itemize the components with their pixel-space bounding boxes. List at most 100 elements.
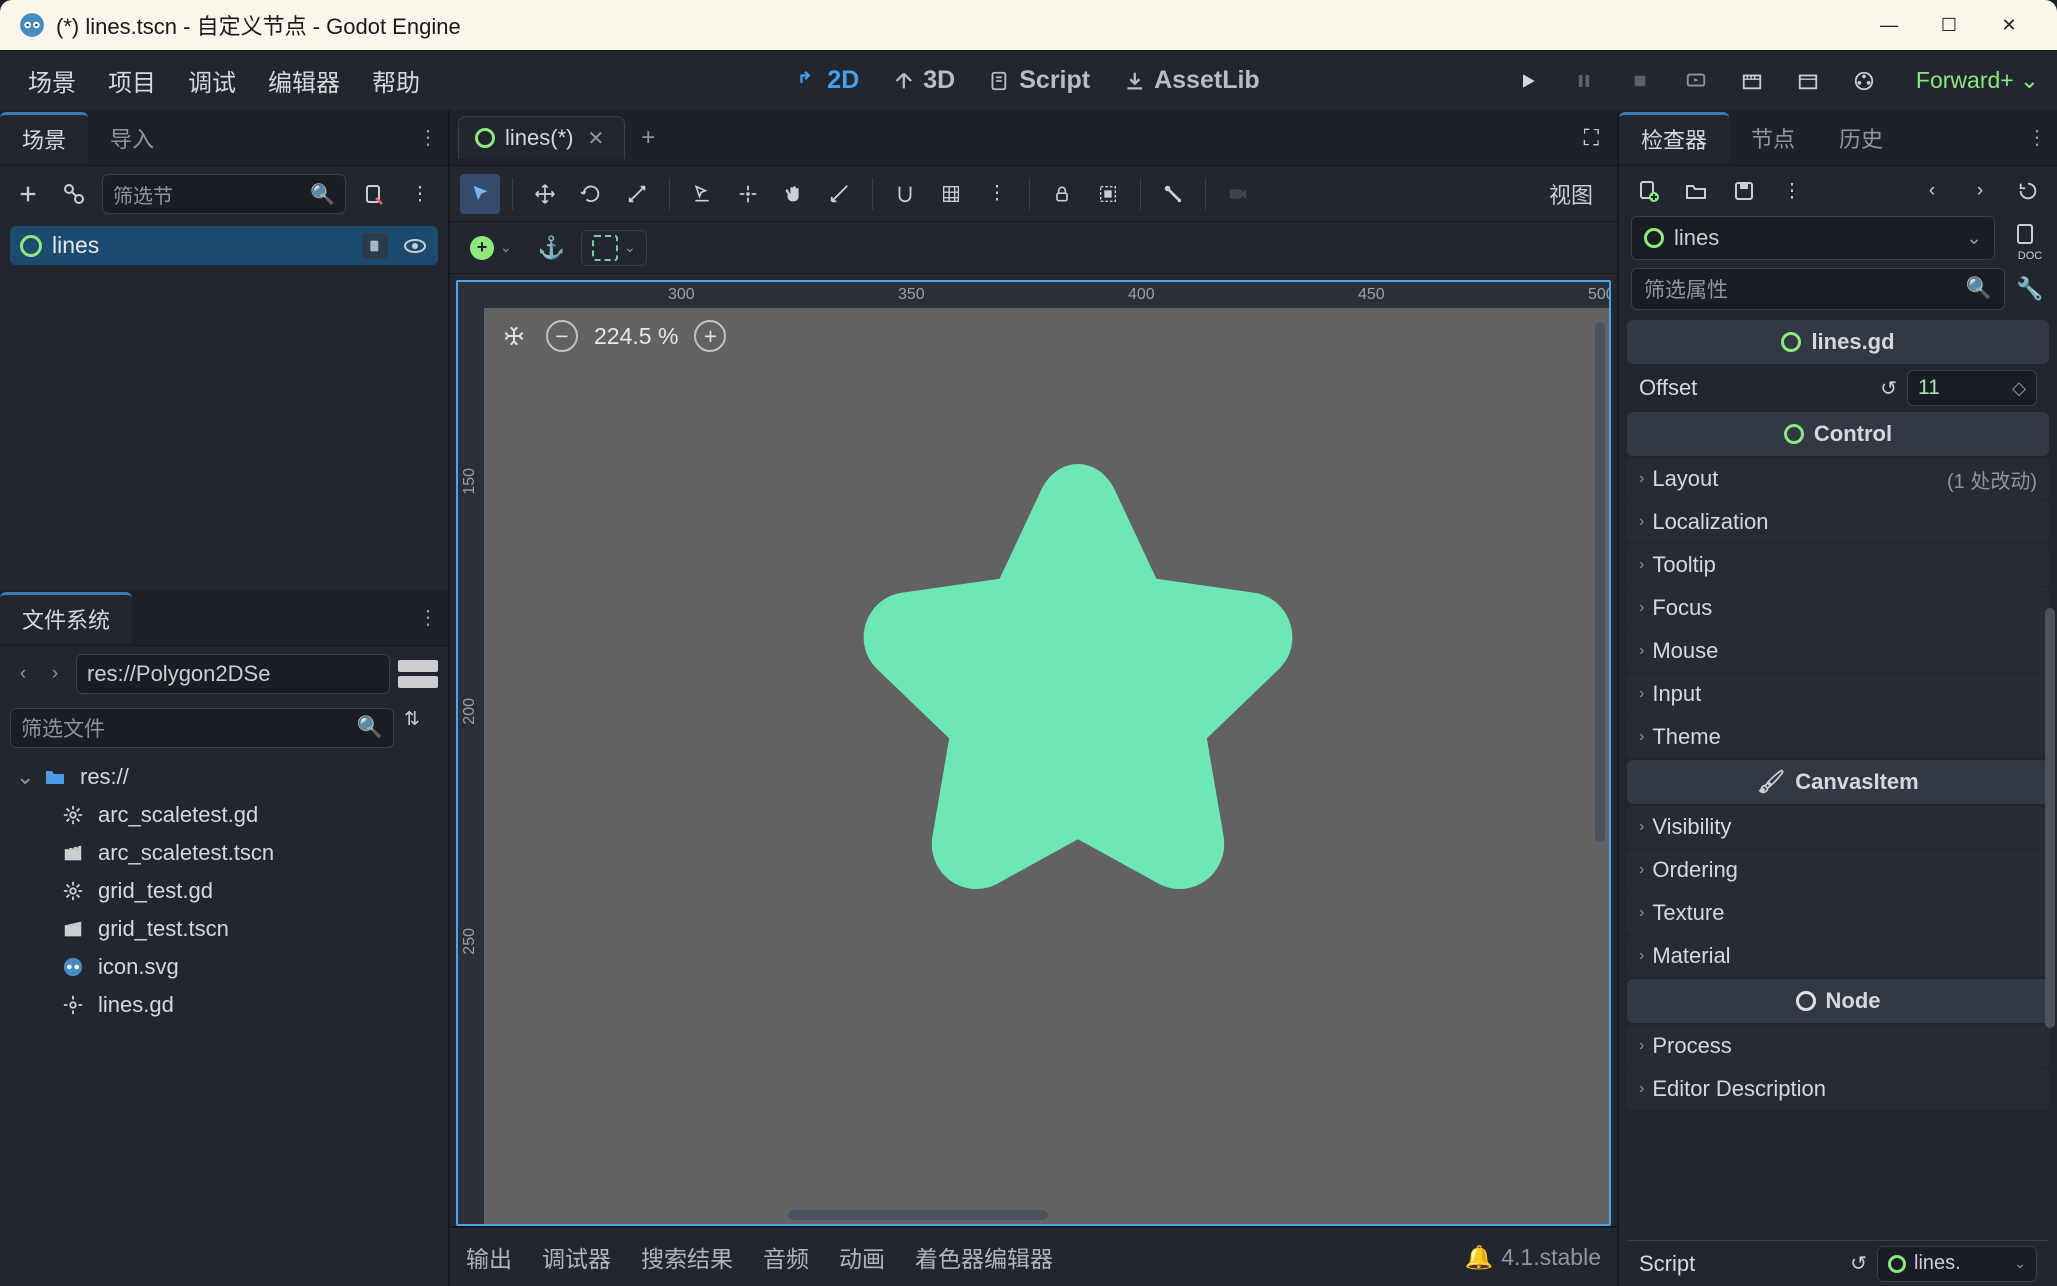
scene-more-button[interactable]: ⋮ — [402, 176, 438, 212]
canvas-star-shape[interactable] — [798, 422, 1358, 982]
distraction-free-button[interactable]: ⛶ — [1574, 125, 1609, 151]
save-resource-button[interactable] — [1729, 176, 1759, 206]
instance-scene-button[interactable] — [56, 176, 92, 212]
smart-snap-button[interactable] — [885, 174, 925, 214]
reset-script-button[interactable]: ↺ — [1850, 1251, 1867, 1276]
grid-snap-button[interactable] — [931, 174, 971, 214]
category-process[interactable]: ›Process — [1627, 1025, 2049, 1067]
filesystem-dock-options[interactable]: ⋮ — [408, 605, 448, 630]
scale-tool[interactable] — [617, 174, 657, 214]
stop-button[interactable] — [1626, 67, 1654, 95]
menu-editor[interactable]: 编辑器 — [252, 57, 356, 104]
viewport-hscrollbar[interactable] — [488, 1210, 1595, 1220]
category-material[interactable]: ›Material — [1627, 935, 2049, 977]
category-visibility[interactable]: ›Visibility — [1627, 806, 2049, 848]
fs-back-button[interactable]: ‹ — [10, 657, 36, 691]
group-button[interactable] — [1088, 174, 1128, 214]
bottom-tab-shader[interactable]: 着色器编辑器 — [915, 1240, 1053, 1274]
move-tool[interactable] — [525, 174, 565, 214]
view-menu[interactable]: 视图 — [1535, 178, 1607, 210]
window-minimize-button[interactable]: — — [1859, 15, 1919, 36]
viewport-vscrollbar[interactable] — [1595, 312, 1605, 1214]
anchor-preset-button[interactable]: ⚓ — [532, 235, 571, 261]
category-texture[interactable]: ›Texture — [1627, 892, 2049, 934]
category-layout[interactable]: ›Layout(1 处改动) — [1627, 458, 2049, 500]
workspace-script[interactable]: Script — [981, 62, 1098, 99]
fs-filter-input[interactable]: 筛选文件 🔍 — [10, 708, 394, 748]
renderer-selector[interactable]: Forward+ ⌄ — [1916, 67, 2039, 94]
category-ordering[interactable]: ›Ordering — [1627, 849, 2049, 891]
new-scene-tab-button[interactable]: + — [625, 124, 671, 152]
camera-preview-button[interactable] — [1218, 174, 1258, 214]
bottom-tab-audio[interactable]: 音频 — [763, 1240, 809, 1274]
reset-property-button[interactable]: ↺ — [1880, 376, 1897, 401]
tab-node[interactable]: 节点 — [1729, 114, 1817, 162]
fs-file[interactable]: arc_scaletest.gd — [0, 796, 448, 834]
category-input[interactable]: ›Input — [1627, 673, 2049, 715]
category-editor-description[interactable]: ›Editor Description — [1627, 1068, 2049, 1110]
tab-inspector[interactable]: 检查器 — [1619, 112, 1729, 163]
zoom-out-button[interactable]: − — [546, 320, 578, 352]
list-select-tool[interactable] — [682, 174, 722, 214]
workspace-2d[interactable]: 2D — [789, 62, 867, 99]
bottom-tab-debugger[interactable]: 调试器 — [542, 1240, 611, 1274]
bottom-tab-animation[interactable]: 动画 — [839, 1240, 885, 1274]
inspector-scrollbar[interactable] — [2045, 608, 2055, 1158]
stepper-icon[interactable]: ◇ — [2012, 378, 2026, 399]
fs-file[interactable]: lines.gd — [0, 986, 448, 1024]
tab-history[interactable]: 历史 — [1817, 114, 1905, 162]
play-scene-button[interactable] — [1738, 67, 1766, 95]
script-picker[interactable]: lines. ⌄ — [1877, 1246, 2037, 1282]
fs-forward-button[interactable]: › — [42, 657, 68, 691]
category-localization[interactable]: ›Localization — [1627, 501, 2049, 543]
play-custom-scene-button[interactable] — [1794, 67, 1822, 95]
category-theme[interactable]: ›Theme — [1627, 716, 2049, 758]
center-view-button[interactable] — [498, 320, 530, 352]
container-sizing-button[interactable]: ⌄ — [581, 230, 647, 266]
bottom-tab-output[interactable]: 输出 — [466, 1240, 512, 1274]
notification-bell-icon[interactable]: 🔔 — [1465, 1244, 1494, 1271]
movie-maker-button[interactable] — [1850, 67, 1878, 95]
pause-button[interactable] — [1570, 67, 1598, 95]
window-close-button[interactable]: ✕ — [1979, 15, 2039, 36]
history-button[interactable] — [2013, 176, 2043, 206]
select-tool[interactable] — [460, 174, 500, 214]
scene-root-node[interactable]: lines — [10, 226, 438, 265]
pan-tool[interactable] — [774, 174, 814, 214]
fs-file[interactable]: grid_test.gd — [0, 872, 448, 910]
category-mouse[interactable]: ›Mouse — [1627, 630, 2049, 672]
offset-value-input[interactable]: 11 ◇ — [1907, 370, 2037, 406]
scene-filter-input[interactable]: 筛选节 🔍 — [102, 174, 346, 214]
add-node-shortcut[interactable]: + ⌄ — [460, 232, 522, 264]
property-tools-button[interactable]: 🔧 — [2015, 276, 2045, 302]
filter-properties-input[interactable]: 筛选属性 🔍 — [1631, 268, 2005, 310]
open-script-button[interactable] — [362, 233, 388, 259]
attach-script-button[interactable] — [356, 176, 392, 212]
fs-sort-button[interactable]: ⇅ — [404, 708, 438, 748]
scene-tab[interactable]: lines(*) ✕ — [458, 116, 625, 159]
open-docs-button[interactable]: DOC — [2013, 222, 2047, 262]
menu-scene[interactable]: 场景 — [12, 57, 92, 104]
ruler-tool[interactable] — [820, 174, 860, 214]
canvasitem-section-header[interactable]: 🖌 CanvasItem — [1627, 760, 2049, 804]
lock-button[interactable] — [1042, 174, 1082, 214]
dock-options-button[interactable]: ⋮ — [408, 125, 448, 150]
window-maximize-button[interactable]: ☐ — [1919, 15, 1979, 36]
script-section-header[interactable]: lines.gd — [1627, 320, 2049, 364]
play-remote-button[interactable] — [1682, 67, 1710, 95]
zoom-in-button[interactable]: + — [694, 320, 726, 352]
canvas-viewport[interactable]: 300 350 400 450 500 150 200 250 − 224.5 … — [456, 280, 1611, 1226]
control-section-header[interactable]: Control — [1627, 412, 2049, 456]
fs-file[interactable]: icon.svg — [0, 948, 448, 986]
new-resource-button[interactable] — [1633, 176, 1663, 206]
extra-resource-button[interactable]: ⋮ — [1777, 176, 1807, 206]
history-back-button[interactable]: ‹ — [1917, 176, 1947, 206]
inspector-dock-options[interactable]: ⋮ — [2017, 125, 2057, 150]
fs-split-mode-button[interactable] — [398, 660, 438, 688]
inspected-object-picker[interactable]: lines ⌄ — [1631, 216, 1995, 260]
snap-options-button[interactable]: ⋮ — [977, 174, 1017, 214]
tab-import[interactable]: 导入 — [88, 114, 176, 162]
menu-debug[interactable]: 调试 — [172, 57, 252, 104]
fs-path-input[interactable]: res://Polygon2DSe — [76, 654, 390, 694]
fs-file[interactable]: grid_test.tscn — [0, 910, 448, 948]
